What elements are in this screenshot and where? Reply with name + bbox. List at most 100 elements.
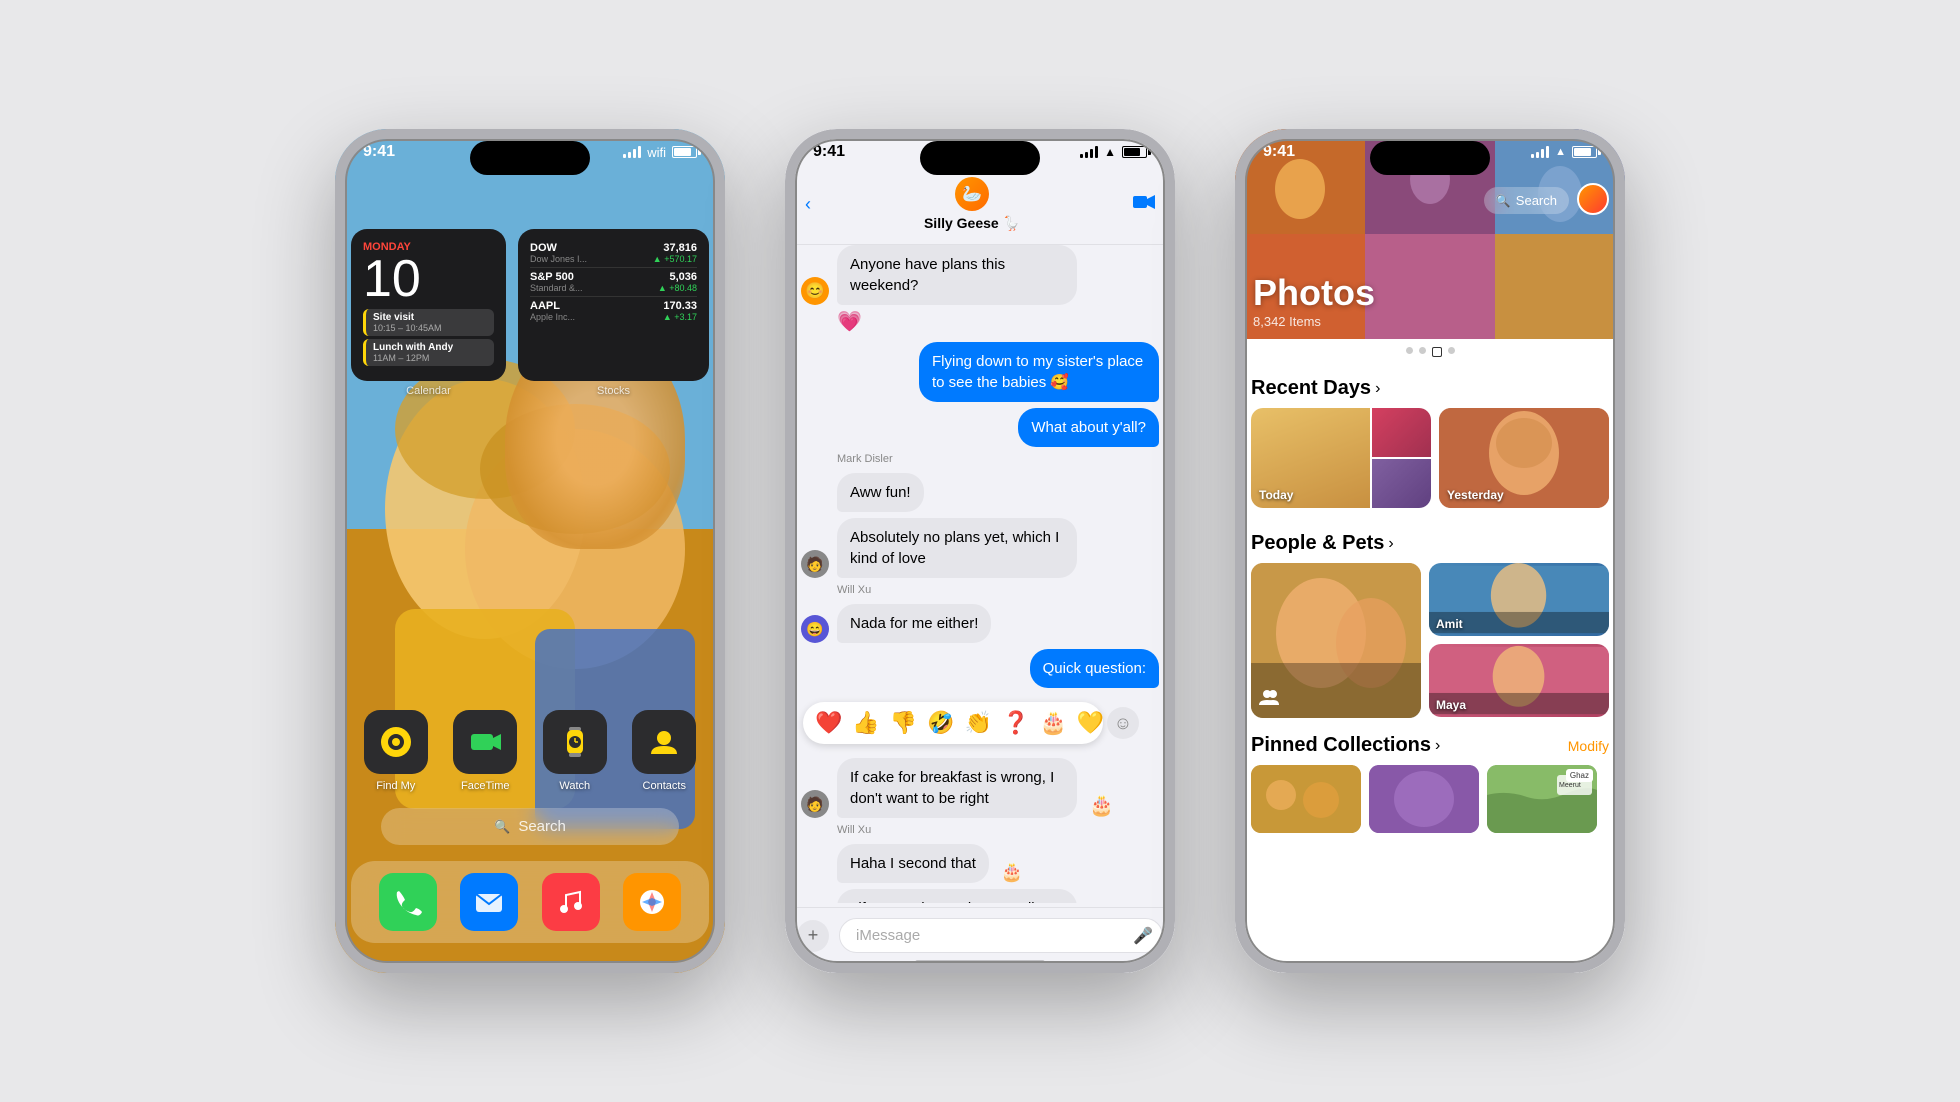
photos-title-area: Photos 8,342 Items: [1253, 272, 1375, 329]
messages-header: ‹ 🦢 Silly Geese 🪿: [785, 169, 1175, 245]
message-avatar: 😊: [801, 277, 829, 305]
small-person-col: Amit Maya: [1429, 563, 1609, 718]
facetime-icon[interactable]: [453, 710, 517, 774]
reaction-thumbsup[interactable]: 👍: [852, 710, 879, 736]
message-avatar-empty: [801, 484, 829, 512]
dot-2[interactable]: [1419, 347, 1426, 354]
message-bubble-sent-2: What about y'all?: [1018, 408, 1159, 447]
status-time: 9:41: [363, 143, 395, 161]
pinned-thumbs-row: Meerut Ghaz: [1251, 765, 1609, 833]
app-contacts[interactable]: Contacts: [632, 710, 696, 792]
back-button[interactable]: ‹: [805, 194, 811, 215]
pinned-title-row[interactable]: Pinned Collections ›: [1251, 734, 1440, 757]
reaction-question[interactable]: ❓: [1002, 710, 1029, 736]
status-bar: 9:41 wifi: [335, 129, 725, 169]
emoji-reactions[interactable]: ❤️ 👍 👎 🤣 👏 ❓ 🎂 💛: [803, 702, 1103, 744]
pinned-art-2: [1369, 765, 1479, 833]
recent-days-title: Recent Days: [1251, 377, 1371, 400]
user-avatar-button[interactable]: [1577, 183, 1609, 215]
add-attachment-button[interactable]: +: [797, 920, 829, 952]
message-input[interactable]: iMessage: [839, 918, 1163, 953]
mic-icon[interactable]: 🎤: [1133, 926, 1153, 946]
photos-title: Photos: [1253, 272, 1375, 314]
people-grid: Amit Maya: [1251, 563, 1609, 718]
message-row-haha: Haha I second that 🎂: [801, 844, 1159, 883]
dot-1[interactable]: [1406, 347, 1413, 354]
group-name: Silly Geese 🪿: [924, 215, 1020, 232]
search-label-photos: Search: [1516, 193, 1557, 208]
pinned-thumb-1[interactable]: [1251, 765, 1361, 833]
maya-photo[interactable]: Maya: [1429, 644, 1609, 717]
today-label: Today: [1259, 488, 1293, 502]
dot-grid[interactable]: [1432, 347, 1442, 357]
message-bubble-lifeshort: Life's too short to leave a slice behind: [837, 889, 1077, 903]
dock-phone[interactable]: [379, 873, 437, 931]
message-bubble-nada: Nada for me either!: [837, 604, 991, 643]
dock-music[interactable]: [542, 873, 600, 931]
dock-safari[interactable]: [623, 873, 681, 931]
message-row-quick: Quick question:: [801, 649, 1159, 688]
video-call-button[interactable]: [1133, 193, 1155, 217]
stocks-widget[interactable]: DOW Dow Jones I... 37,816 ▲ +570.17 S&P …: [518, 229, 709, 381]
maya-label: Maya: [1436, 698, 1466, 712]
pinned-title: Pinned Collections: [1251, 734, 1431, 757]
calendar-widget[interactable]: MONDAY 10 Site visit 10:15 – 10:45AM Lun…: [351, 229, 506, 381]
recent-days-thumbs: Today Yesterday: [1251, 408, 1609, 508]
pinned-modify-button[interactable]: Modify: [1568, 738, 1609, 754]
reaction-clap[interactable]: 👏: [965, 710, 992, 736]
status-icons-messages: ▲: [1080, 145, 1147, 159]
findmy-icon[interactable]: [364, 710, 428, 774]
add-reaction-button[interactable]: ☺: [1107, 707, 1139, 739]
pinned-thumb-2[interactable]: [1369, 765, 1479, 833]
reaction-cake[interactable]: 🎂: [1039, 710, 1066, 736]
group-info[interactable]: 🦢 Silly Geese 🪿: [924, 177, 1020, 232]
pinned-thumb-map[interactable]: Meerut Ghaz: [1487, 765, 1597, 833]
reaction-haha[interactable]: 🤣: [927, 710, 954, 736]
status-icons: wifi: [623, 145, 697, 160]
today-thumb-group[interactable]: Today: [1251, 408, 1431, 508]
dot-4[interactable]: [1448, 347, 1455, 354]
dock-mail[interactable]: [460, 873, 518, 931]
signal-icon-2: [1080, 146, 1098, 158]
photos-body: Recent Days › Today: [1235, 365, 1625, 833]
people-pets-arrow: ›: [1388, 535, 1393, 553]
message-input-wrapper: iMessage 🎤: [839, 918, 1163, 953]
message-row-nada: 😄 Nada for me either!: [801, 604, 1159, 643]
signal-icon-3: [1531, 146, 1549, 158]
people-pets-title-row[interactable]: People & Pets ›: [1251, 532, 1394, 555]
cake-tapback: 🎂: [1089, 793, 1114, 818]
status-icons-photos: ▲: [1531, 146, 1597, 158]
status-bar-photos: 9:41 ▲: [1235, 129, 1625, 169]
today-photo-3: [1372, 459, 1431, 508]
phone-2-messages: 9:41 ▲ ‹ 🦢 Sil: [785, 129, 1175, 973]
findmy-label: Find My: [376, 780, 415, 792]
reaction-star[interactable]: 💛: [1077, 710, 1104, 736]
calendar-event-2: Lunch with Andy 11AM – 12PM: [363, 339, 494, 366]
map-label: Ghaz: [1566, 769, 1593, 782]
recent-days-title-row[interactable]: Recent Days ›: [1251, 377, 1380, 400]
home-bottom: Find My FaceTime Watch: [335, 710, 725, 943]
search-pill[interactable]: 🔍 Search: [381, 808, 679, 845]
app-findmy[interactable]: Find My: [364, 710, 428, 792]
home-screen-content: 9:41 wifi: [335, 129, 725, 973]
reaction-thumbsdown[interactable]: 👎: [890, 710, 917, 736]
watch-label: Watch: [559, 780, 590, 792]
photos-search-button[interactable]: 🔍 Search: [1484, 187, 1569, 214]
watch-icon[interactable]: [543, 710, 607, 774]
search-icon-3: 🔍: [1496, 194, 1511, 208]
calendar-widget-label: Calendar: [351, 385, 506, 397]
app-facetime[interactable]: FaceTime: [453, 710, 517, 792]
widgets-row: MONDAY 10 Site visit 10:15 – 10:45AM Lun…: [335, 169, 725, 381]
contacts-icon[interactable]: [632, 710, 696, 774]
message-row-sent-2: What about y'all?: [801, 408, 1159, 447]
amit-photo[interactable]: Amit: [1429, 563, 1609, 636]
large-person-photo[interactable]: [1251, 563, 1421, 718]
app-row: Find My FaceTime Watch: [351, 710, 709, 792]
reaction-heart[interactable]: ❤️: [815, 710, 842, 736]
home-indicator-3: [1365, 962, 1495, 967]
yesterday-thumb[interactable]: Yesterday: [1439, 408, 1609, 508]
sender-name-mark: Mark Disler: [801, 453, 1159, 465]
people-pets-header: People & Pets ›: [1251, 520, 1609, 563]
app-watch[interactable]: Watch: [543, 710, 607, 792]
home-indicator: [915, 960, 1045, 965]
